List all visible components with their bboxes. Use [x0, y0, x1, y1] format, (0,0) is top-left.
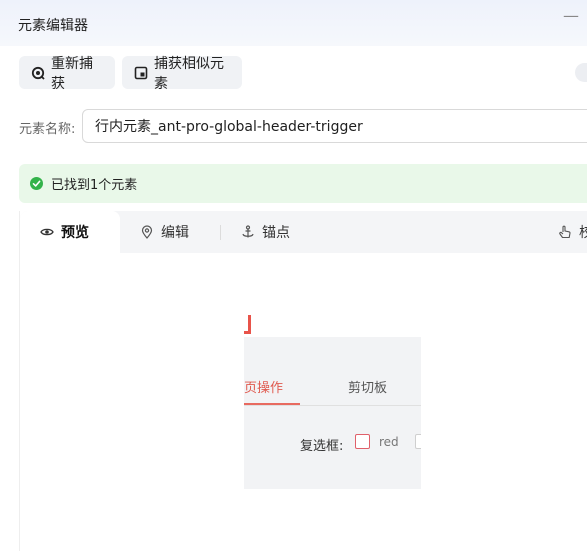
element-name-value: 行内元素_ant-pro-global-header-trigger — [95, 119, 363, 135]
element-panel: 预览 编辑 锚点 校 页操作 剪切板 复选框: red — [19, 211, 587, 551]
toggle-switch[interactable] — [575, 63, 587, 82]
recapture-label: 重新捕获 — [51, 55, 93, 92]
preview-checkbox-red — [355, 434, 370, 449]
preview-checkbox-label: 复选框: — [300, 439, 344, 454]
preview-tab-clipboard: 剪切板 — [348, 381, 388, 396]
capture-similar-label: 捕获相似元素 — [154, 55, 224, 92]
check-circle-icon — [30, 177, 43, 190]
recapture-icon — [31, 66, 45, 80]
tab-preview[interactable]: 预览 — [20, 211, 120, 253]
preview-tab-active: 页操作 — [244, 381, 284, 396]
tab-calibrate-label: 校 — [579, 225, 587, 241]
tab-calibrate[interactable]: 校 — [558, 211, 587, 253]
capture-similar-button[interactable]: 捕获相似元素 — [122, 56, 242, 92]
preview-checkbox-next — [415, 434, 421, 449]
preview-red-mark-foot — [244, 331, 251, 334]
element-name-input[interactable]: 行内元素_ant-pro-global-header-trigger — [82, 109, 587, 143]
tab-edit-label: 编辑 — [161, 225, 189, 241]
recapture-button[interactable]: 重新捕获 — [19, 56, 115, 92]
tab-bar: 预览 编辑 锚点 校 — [20, 211, 587, 253]
preview-divider — [244, 405, 421, 406]
hand-pointer-icon — [558, 225, 572, 239]
alert-text: 已找到1个元素 — [51, 178, 138, 193]
eye-icon — [40, 225, 54, 239]
preview-header-strip — [244, 313, 421, 337]
element-preview-image: 页操作 剪切板 复选框: red — [244, 313, 421, 489]
capture-frame-icon — [134, 66, 148, 80]
tab-divider — [220, 225, 221, 240]
window-title: 元素编辑器 — [18, 18, 88, 34]
element-name-label: 元素名称: — [19, 122, 76, 137]
tab-anchor[interactable]: 锚点 — [241, 211, 290, 253]
tab-edit[interactable]: 编辑 — [140, 211, 189, 253]
tab-preview-label: 预览 — [61, 225, 89, 241]
success-alert: 已找到1个元素 — [19, 164, 587, 203]
title-bar: 元素编辑器 — — [0, 0, 587, 46]
preview-checkbox-option: red — [379, 435, 399, 449]
anchor-icon — [241, 225, 255, 239]
location-pin-icon — [140, 225, 154, 239]
tab-anchor-label: 锚点 — [262, 225, 290, 241]
minimize-button[interactable]: — — [563, 8, 579, 24]
